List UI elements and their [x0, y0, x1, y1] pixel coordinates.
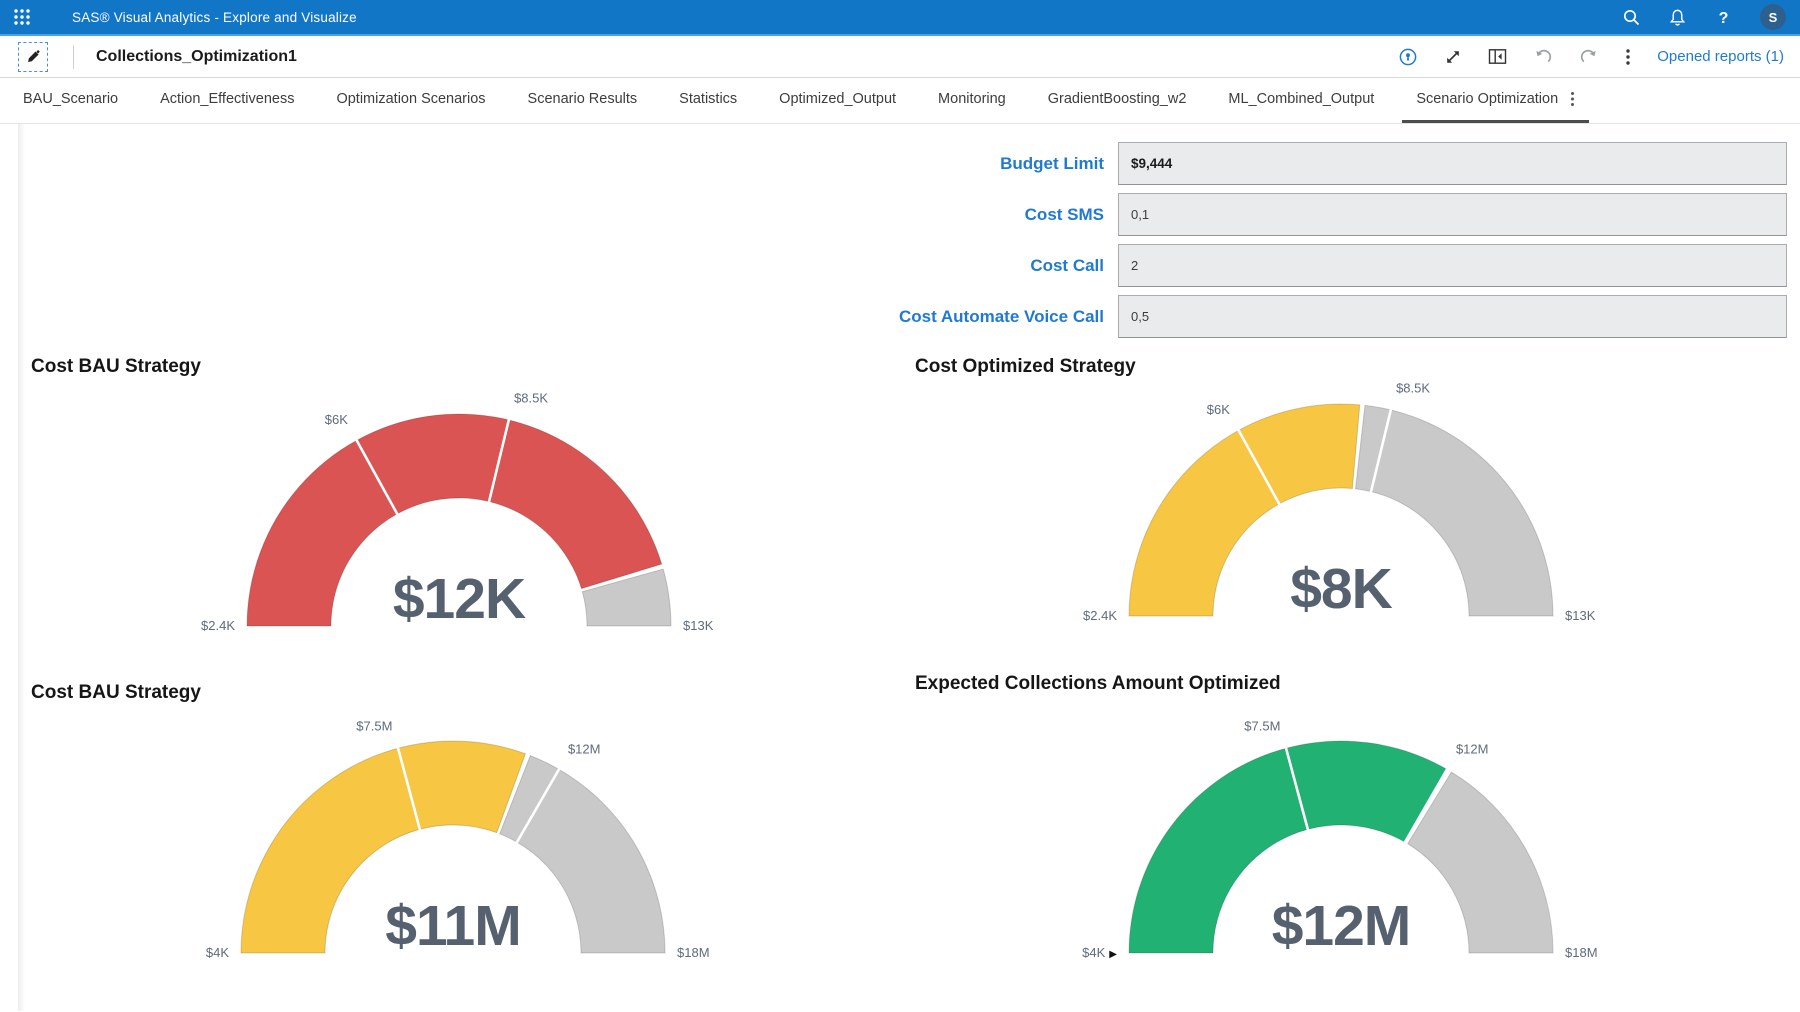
- canvas-left-edge: [18, 124, 25, 1011]
- tab-scenario-optimization[interactable]: Scenario Optimization: [1402, 78, 1589, 123]
- cost-automate-voice-call-label: Cost Automate Voice Call: [899, 307, 1104, 327]
- gauge-min-marker-icon: ▶: [1109, 949, 1117, 960]
- gauge-rest-segment: [500, 756, 665, 953]
- tab-label: Optimization Scenarios: [336, 91, 485, 107]
- report-toolbar: Collections_Optimization1: [0, 36, 1800, 78]
- tab-label: Monitoring: [938, 91, 1006, 107]
- pencil-icon: [26, 49, 41, 64]
- gauge-max-label: $18M: [677, 945, 710, 960]
- gauge-title-cost-bau-strategy: Cost BAU Strategy: [31, 356, 201, 378]
- gauge-min-label: $4K: [206, 945, 229, 960]
- gauge-tick-label: $12M: [568, 741, 601, 756]
- tab-menu-icon[interactable]: [1570, 91, 1575, 107]
- tab-gradientboosting-w2[interactable]: GradientBoosting_w2: [1034, 78, 1201, 123]
- tab-label: ML_Combined_Output: [1228, 91, 1374, 107]
- report-canvas: Budget Limit$9,444Cost SMS0,1Cost Call2C…: [0, 124, 1800, 1011]
- svg-text:?: ?: [1719, 10, 1729, 27]
- tab-scenario-results[interactable]: Scenario Results: [514, 78, 652, 123]
- apps-grid-icon[interactable]: [0, 8, 44, 26]
- help-icon[interactable]: ?: [1714, 8, 1733, 27]
- cost-call-label: Cost Call: [1030, 256, 1104, 276]
- tab-label: Optimized_Output: [779, 91, 896, 107]
- gauge-chart-expected-collections-amount-optimized-3[interactable]: $7.5M $12M $4K▶ $18M $12M: [1061, 695, 1621, 969]
- tab-optimized-output[interactable]: Optimized_Output: [765, 78, 910, 123]
- cost-call-row: Cost Call 2: [899, 244, 1787, 287]
- budget-limit-label: Budget Limit: [1000, 154, 1104, 174]
- cost-sms-label: Cost SMS: [1025, 205, 1104, 225]
- gauge-tick-label: $6K: [1207, 402, 1230, 417]
- report-title: Collections_Optimization1: [96, 48, 297, 66]
- tab-label: GradientBoosting_w2: [1048, 91, 1187, 107]
- more-options-icon[interactable]: [1625, 47, 1631, 67]
- cost-sms-row: Cost SMS 0,1: [899, 193, 1787, 236]
- tab-label: Scenario Optimization: [1416, 91, 1558, 107]
- tab-ml-combined-output[interactable]: ML_Combined_Output: [1214, 78, 1388, 123]
- gauge-chart-cost-bau-strategy-2[interactable]: $7.5M $12M $4K $18M $11M: [173, 695, 733, 969]
- undo-icon[interactable]: [1533, 47, 1553, 67]
- edit-pencil-button[interactable]: [18, 42, 48, 72]
- cost-automate-voice-call-input[interactable]: 0,5: [1118, 295, 1787, 338]
- gauge-chart-cost-optimized-strategy-1[interactable]: $6K $8.5K $2.4K $13K $8K: [1061, 358, 1621, 632]
- budget-limit-input[interactable]: $9,444: [1118, 142, 1787, 185]
- cost-call-input[interactable]: 2: [1118, 244, 1787, 287]
- gauge-value: $12M: [1272, 894, 1411, 958]
- user-avatar[interactable]: S: [1760, 4, 1786, 30]
- gauge-tick-label: $8.5K: [514, 390, 548, 405]
- tab-statistics[interactable]: Statistics: [665, 78, 751, 123]
- cost-sms-input[interactable]: 0,1: [1118, 193, 1787, 236]
- redo-icon[interactable]: [1579, 47, 1599, 67]
- search-icon[interactable]: [1622, 8, 1641, 27]
- tab-label: Action_Effectiveness: [160, 91, 294, 107]
- gauge-min-label: $2.4K: [1083, 608, 1117, 623]
- app-title: SAS® Visual Analytics - Explore and Visu…: [72, 10, 357, 25]
- tab-optimization-scenarios[interactable]: Optimization Scenarios: [322, 78, 499, 123]
- parameter-controls: Budget Limit$9,444Cost SMS0,1Cost Call2C…: [899, 142, 1787, 346]
- budget-limit-row: Budget Limit $9,444: [899, 142, 1787, 185]
- gauge-chart-cost-bau-strategy-0[interactable]: $6K $8.5K $2.4K $13K $12K: [179, 368, 739, 642]
- tab-label: Scenario Results: [528, 91, 638, 107]
- tab-label: Statistics: [679, 91, 737, 107]
- gauge-value: $8K: [1290, 557, 1392, 621]
- gauge-min-label: $2.4K: [201, 618, 235, 633]
- tab-monitoring[interactable]: Monitoring: [924, 78, 1020, 123]
- tab-action-effectiveness[interactable]: Action_Effectiveness: [146, 78, 308, 123]
- gauge-value: $12K: [393, 567, 526, 631]
- notifications-icon[interactable]: [1668, 8, 1687, 27]
- gauge-tick-label: $12M: [1456, 741, 1489, 756]
- opened-reports-link[interactable]: Opened reports (1): [1657, 48, 1784, 65]
- toolbar-separator: [73, 45, 74, 69]
- report-tab-bar: BAU_Scenario Action_Effectiveness Optimiza…: [0, 78, 1800, 124]
- app-bar: SAS® Visual Analytics - Explore and Visu…: [0, 0, 1800, 36]
- gauge-max-label: $13K: [683, 618, 714, 633]
- expand-icon[interactable]: [1444, 48, 1462, 66]
- gauge-tick-label: $8.5K: [1396, 380, 1430, 395]
- gauge-title-expected-collections-amount-optimized: Expected Collections Amount Optimized: [915, 673, 1281, 695]
- panel-right-icon[interactable]: [1488, 48, 1507, 65]
- gauge-min-label: $4K▶: [1082, 945, 1117, 960]
- gauge-value: $11M: [385, 894, 520, 958]
- status-circle-icon[interactable]: [1398, 47, 1418, 67]
- tab-bau-scenario[interactable]: BAU_Scenario: [9, 78, 132, 123]
- gauge-tick-label: $6K: [325, 412, 348, 427]
- gauge-tick-label: $7.5M: [356, 719, 392, 734]
- cost-automate-voice-call-row: Cost Automate Voice Call 0,5: [899, 295, 1787, 338]
- gauge-max-label: $18M: [1565, 945, 1598, 960]
- tab-label: BAU_Scenario: [23, 91, 118, 107]
- gauge-tick-label: $7.5M: [1244, 719, 1280, 734]
- gauge-max-label: $13K: [1565, 608, 1596, 623]
